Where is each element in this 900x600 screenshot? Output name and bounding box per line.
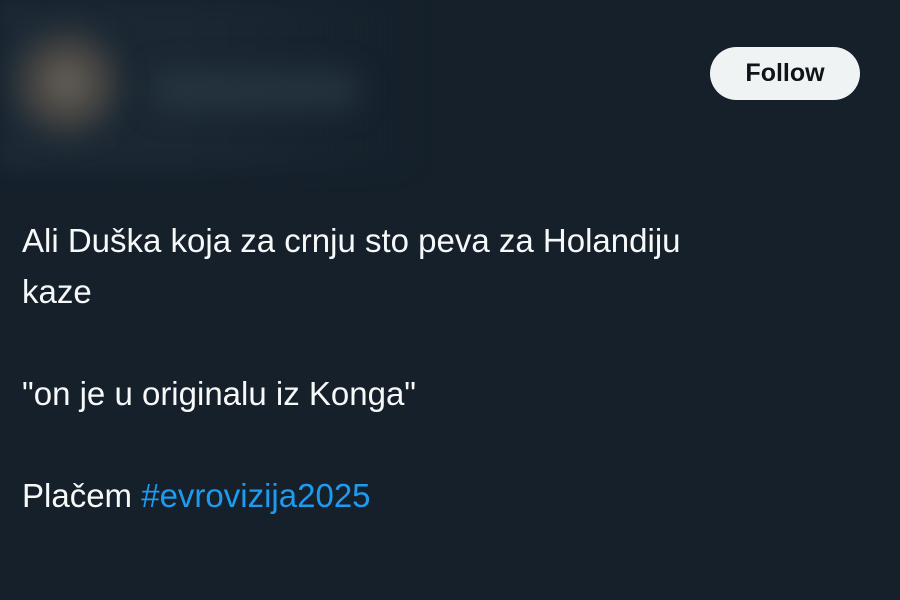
tweet-line-3: "on je u originalu iz Konga"	[22, 375, 417, 412]
tweet-card: Follow Ali Duška koja za crnju sto peva …	[0, 0, 900, 600]
tweet-line-4: Plačem #evrovizija2025	[22, 470, 878, 521]
hashtag-link[interactable]: #evrovizija2025	[141, 477, 370, 514]
tweet-line-4-text: Plačem	[22, 477, 133, 514]
line-break	[22, 317, 878, 368]
tweet-line-2: kaze	[22, 273, 92, 310]
avatar[interactable]	[12, 28, 122, 138]
redacted-author-name	[150, 70, 360, 110]
follow-button[interactable]: Follow	[710, 47, 860, 100]
tweet-line-1: Ali Duška koja za crnju sto peva za Hola…	[22, 222, 681, 259]
line-break	[22, 419, 878, 470]
tweet-text: Ali Duška koja za crnju sto peva za Hola…	[22, 215, 878, 521]
